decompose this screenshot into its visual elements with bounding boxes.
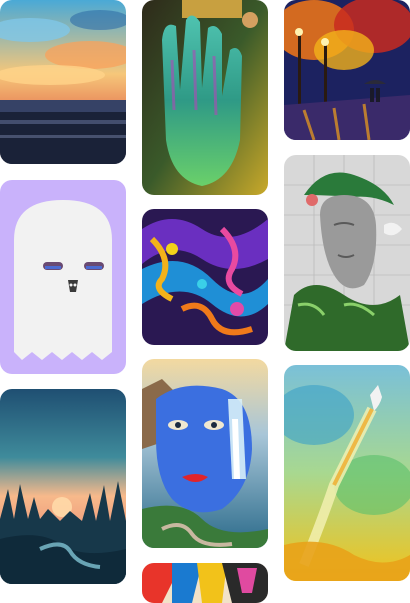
gallery-image-watercolor-rocket[interactable] <box>284 365 410 581</box>
gallery-image-sunset-clouds-lake[interactable] <box>0 0 126 164</box>
blue-face-waterfall-artwork <box>142 359 268 548</box>
gallery-image-ghost-sticker[interactable] <box>0 180 126 374</box>
ghost-icon <box>0 180 126 374</box>
gallery-image-autumn-park-rain[interactable] <box>284 0 410 140</box>
autumn-park-artwork <box>284 0 410 140</box>
gallery-image-psychedelic-swirls[interactable] <box>142 209 268 345</box>
statue-leaves-artwork <box>284 155 410 351</box>
colorful-portrait-artwork <box>142 563 268 603</box>
gallery-image-statue-with-leaves[interactable] <box>284 155 410 351</box>
gallery-image-blue-face-waterfall[interactable] <box>142 359 268 548</box>
gallery-image-forest-sunrise-river[interactable] <box>0 389 126 584</box>
gallery-image-colorful-portrait-partial[interactable] <box>142 563 268 603</box>
forest-sunrise-artwork <box>0 389 126 584</box>
psychedelic-swirls-artwork <box>142 209 268 345</box>
watercolor-rocket-artwork <box>284 365 410 581</box>
sunset-clouds-artwork <box>0 0 126 164</box>
image-gallery-grid <box>0 0 410 603</box>
neon-hand-artwork <box>142 0 268 195</box>
gallery-image-neon-hand[interactable] <box>142 0 268 195</box>
